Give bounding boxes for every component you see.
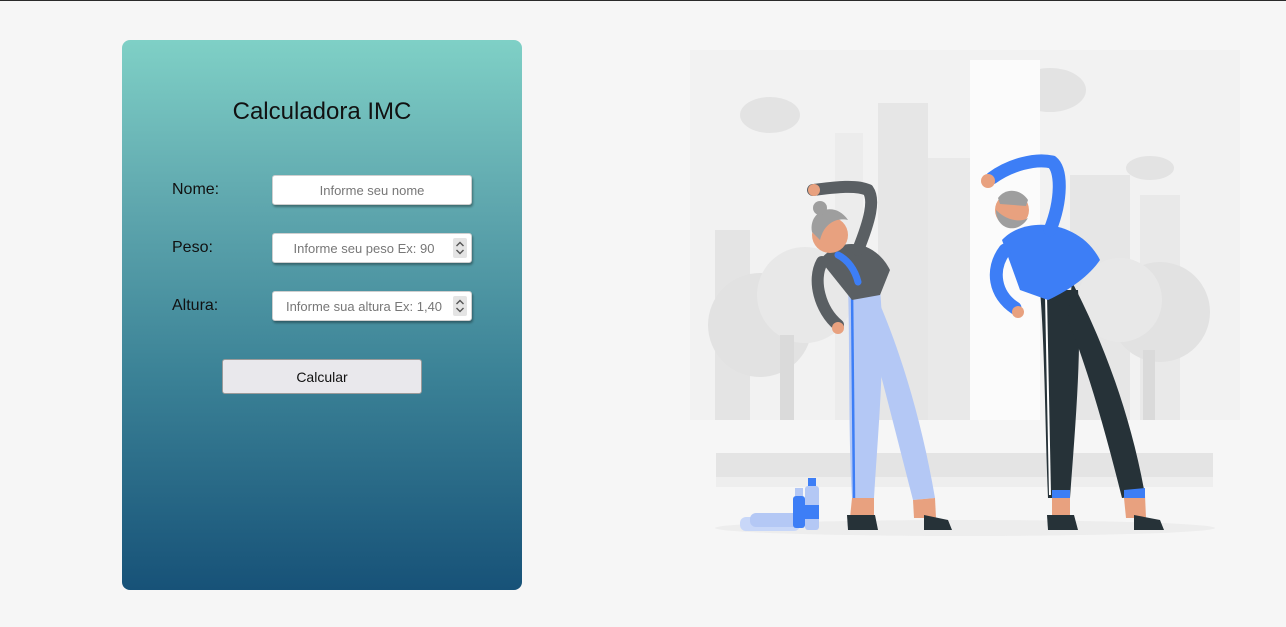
weight-spin-arrows-icon[interactable] (453, 238, 467, 258)
top-border (0, 0, 1286, 1)
height-label: Altura: (172, 297, 219, 314)
park-background (690, 50, 1240, 540)
page-title: Calculadora IMC (232, 98, 412, 125)
exercise-illustration (690, 50, 1240, 540)
imc-form-card: Calculadora IMC Nome: Peso: Altura: Calc… (122, 40, 522, 590)
name-label: Nome: (172, 181, 220, 198)
weight-input[interactable] (272, 233, 472, 263)
height-spin-arrows-icon[interactable] (453, 296, 467, 316)
height-input[interactable] (272, 291, 472, 321)
weight-label: Peso: (172, 239, 213, 256)
name-input[interactable] (272, 175, 472, 205)
calculate-button[interactable]: Calcular (222, 359, 422, 394)
